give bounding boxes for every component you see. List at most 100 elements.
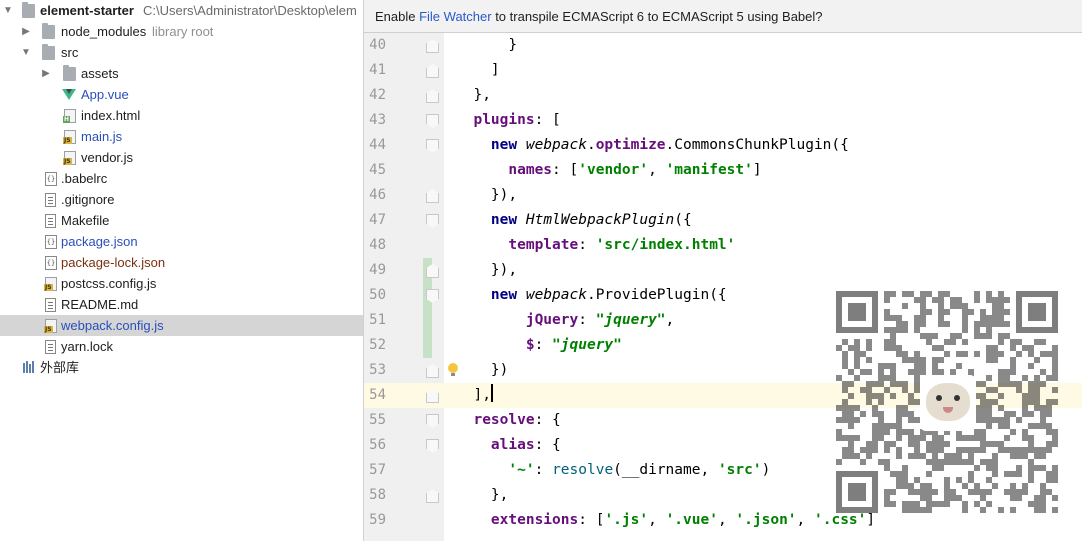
fold-marker-icon[interactable] (426, 64, 439, 78)
tree-item-label: src (61, 45, 79, 60)
fold-marker-icon[interactable] (426, 289, 439, 303)
line-number: 52 (369, 337, 386, 353)
line-number: 55 (369, 412, 386, 428)
code-text: $: "jquery" (525, 337, 622, 353)
code-line-41[interactable]: 41 ] (364, 58, 1082, 83)
line-number: 49 (369, 262, 386, 278)
tree-item-label: index.html (81, 108, 141, 123)
tree-root-row[interactable]: ▼ element-starter C:\Users\Administrator… (0, 0, 363, 21)
tree-item-label: 外部库 (40, 360, 80, 375)
code-text: alias: { (490, 437, 561, 453)
file-watcher-link[interactable]: File Watcher (419, 9, 491, 24)
fold-marker-icon[interactable] (426, 389, 439, 403)
tree-item-assets[interactable]: ▶ assets (0, 63, 363, 84)
tree-item-label: .babelrc (61, 171, 108, 186)
code-text: ] (456, 62, 500, 78)
notification-bar: Enable File Watcher to transpile ECMAScr… (364, 0, 1082, 33)
tree-item-app-vue[interactable]: App.vue (0, 84, 363, 105)
line-number: 40 (369, 37, 386, 53)
tree-item-yarn-lock[interactable]: yarn.lock (0, 336, 363, 357)
tree-item-label: main.js (81, 129, 123, 144)
chevron-down-icon[interactable]: ▼ (2, 0, 14, 21)
code-line-43[interactable]: 43 plugins: [ (364, 108, 1082, 133)
code-line-44[interactable]: 44 new webpack.optimize.CommonsChunkPlug… (364, 133, 1082, 158)
project-name: element-starter (40, 3, 134, 18)
code-text: ], (456, 383, 493, 408)
chevron-right-icon[interactable]: ▶ (40, 63, 52, 84)
tree-item-package-lock-json[interactable]: {} package-lock.json (0, 252, 363, 273)
fold-marker-icon[interactable] (426, 364, 439, 378)
folder-icon (63, 65, 76, 81)
tree-item-babelrc[interactable]: {} .babelrc (0, 168, 363, 189)
code-text: template: 'src/index.html' (508, 237, 736, 253)
js-file-icon: JS (63, 130, 76, 144)
text-caret (490, 384, 493, 402)
fold-marker-icon[interactable] (426, 114, 439, 128)
fold-marker-icon[interactable] (426, 214, 439, 228)
fold-marker-icon[interactable] (426, 489, 439, 503)
notification-prefix: Enable (375, 9, 420, 24)
tree-item-postcss-config[interactable]: JS postcss.config.js (0, 273, 363, 294)
code-text: }, (456, 487, 509, 503)
fold-marker-icon[interactable] (426, 89, 439, 103)
tree-item-node-modules[interactable]: ▶ node_modules library root (0, 21, 363, 42)
project-path: C:\Users\Administrator\Desktop\elem (143, 3, 357, 18)
project-tree: ▼ element-starter C:\Users\Administrator… (0, 0, 363, 541)
config-file-icon: {} (45, 235, 57, 249)
code-text: } (456, 37, 518, 53)
fold-marker-icon[interactable] (426, 439, 439, 453)
qr-avatar (920, 375, 976, 431)
code-text: }), (456, 187, 518, 203)
tree-item-gitignore[interactable]: .gitignore (0, 189, 363, 210)
tree-item-label: Makefile (61, 213, 110, 228)
chevron-down-icon[interactable]: ▼ (20, 42, 32, 63)
line-number: 42 (369, 87, 386, 103)
code-line-40[interactable]: 40 } (364, 33, 1082, 58)
tree-item-main-js[interactable]: JS main.js (0, 126, 363, 147)
tree-item-label: package.json (61, 234, 138, 249)
line-number: 47 (369, 212, 386, 228)
line-number: 41 (369, 62, 386, 78)
fold-marker-icon[interactable] (426, 414, 439, 428)
fold-marker-icon[interactable] (426, 189, 439, 203)
code-line-47[interactable]: 47 new HtmlWebpackPlugin({ (364, 208, 1082, 233)
line-number: 57 (369, 462, 386, 478)
code-text: jQuery: "jquery", (525, 312, 675, 328)
tree-item-src[interactable]: ▼ src (0, 42, 363, 63)
code-text: new webpack.optimize.CommonsChunkPlugin(… (490, 137, 849, 153)
fold-marker-icon[interactable] (426, 39, 439, 53)
code-text: }, (456, 87, 491, 103)
line-number: 59 (369, 512, 386, 528)
line-number: 53 (369, 362, 386, 378)
tree-item-package-json[interactable]: {} package.json (0, 231, 363, 252)
tree-item-label: App.vue (81, 87, 129, 102)
code-text: names: ['vendor', 'manifest'] (508, 162, 762, 178)
tree-item-external-libraries[interactable]: 外部库 (0, 357, 363, 378)
code-line-42[interactable]: 42 }, (364, 83, 1082, 108)
text-file-icon (45, 214, 56, 228)
line-number: 50 (369, 287, 386, 303)
code-line-49[interactable]: 49 }), (364, 258, 1082, 283)
tree-item-makefile[interactable]: Makefile (0, 210, 363, 231)
tree-item-label: README.md (61, 297, 139, 312)
tree-item-label: yarn.lock (61, 339, 114, 354)
tree-item-label: assets (81, 66, 119, 81)
text-file-icon (45, 340, 56, 354)
line-number: 48 (369, 237, 386, 253)
tree-item-label: package-lock.json (61, 255, 166, 270)
notification-suffix: to transpile ECMAScript 6 to ECMAScript … (491, 9, 823, 24)
tree-item-index-html[interactable]: H index.html (0, 105, 363, 126)
tree-item-readme[interactable]: README.md (0, 294, 363, 315)
chevron-right-icon[interactable]: ▶ (20, 21, 32, 42)
line-number: 51 (369, 312, 386, 328)
text-file-icon (45, 193, 56, 207)
folder-icon (42, 23, 55, 39)
tree-item-webpack-config[interactable]: JS webpack.config.js (0, 315, 363, 336)
code-line-48[interactable]: 48 template: 'src/index.html' (364, 233, 1082, 258)
fold-marker-icon[interactable] (426, 139, 439, 153)
tree-item-label: webpack.config.js (61, 318, 164, 333)
fold-marker-icon[interactable] (426, 264, 439, 278)
code-line-45[interactable]: 45 names: ['vendor', 'manifest'] (364, 158, 1082, 183)
tree-item-vendor-js[interactable]: JS vendor.js (0, 147, 363, 168)
code-line-46[interactable]: 46 }), (364, 183, 1082, 208)
